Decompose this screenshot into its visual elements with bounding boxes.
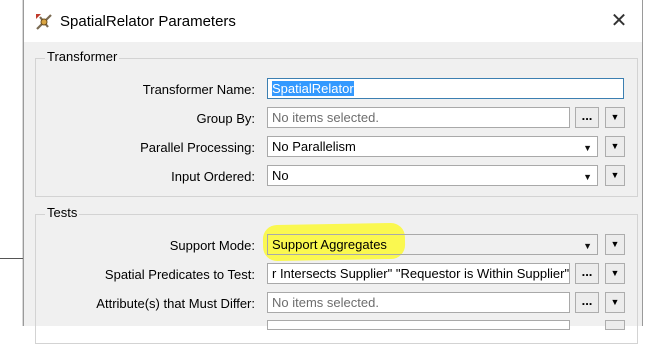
background-window [0, 0, 23, 326]
spatialrelator-icon [36, 14, 52, 30]
parallel-processing-menu-button[interactable]: ▼ [605, 136, 625, 157]
partial-next-input[interactable] [267, 320, 570, 330]
must-differ-input[interactable]: No items selected. [267, 292, 570, 313]
chevron-down-icon: ▼ [583, 241, 592, 251]
triangle-down-icon: ▼ [610, 239, 620, 249]
parameters-dialog: SpatialRelator Parameters ✕ Transformer … [23, 0, 643, 344]
spatial-predicates-input[interactable]: r Intersects Supplier" "Requestor is Wit… [267, 263, 570, 284]
must-differ-menu-button[interactable]: ▼ [605, 292, 625, 313]
group-by-label: Group By: [196, 111, 255, 126]
must-differ-label: Attribute(s) that Must Differ: [96, 296, 255, 311]
spatial-predicates-ellipsis-button[interactable]: ... [575, 263, 599, 284]
spatial-predicates-value: r Intersects Supplier" "Requestor is Wit… [272, 266, 570, 281]
parallel-processing-label: Parallel Processing: [140, 140, 255, 155]
chevron-down-icon: ▼ [583, 172, 592, 182]
triangle-down-icon: ▼ [610, 268, 620, 278]
input-ordered-label: Input Ordered: [171, 169, 255, 184]
close-button[interactable]: ✕ [596, 0, 642, 42]
triangle-down-icon: ▼ [610, 170, 620, 180]
group-by-input[interactable]: No items selected. [267, 107, 570, 128]
parallel-processing-select[interactable]: No Parallelism ▼ [267, 136, 598, 157]
input-ordered-select[interactable]: No ▼ [267, 165, 598, 186]
background-connector-line [0, 258, 23, 259]
must-differ-placeholder: No items selected. [272, 295, 379, 310]
triangle-down-icon: ▼ [610, 297, 620, 307]
parallel-processing-value: No Parallelism [272, 139, 356, 154]
must-differ-ellipsis-button[interactable]: ... [575, 292, 599, 313]
window-title: SpatialRelator Parameters [60, 13, 236, 30]
group-title: Transformer [45, 49, 120, 64]
chevron-down-icon: ▼ [583, 143, 592, 153]
support-mode-menu-button[interactable]: ▼ [605, 234, 625, 255]
spatial-predicates-menu-button[interactable]: ▼ [605, 263, 625, 284]
group-by-menu-button[interactable]: ▼ [605, 107, 625, 128]
input-ordered-menu-button[interactable]: ▼ [605, 165, 625, 186]
partial-next-menu-button[interactable] [605, 320, 625, 330]
support-mode-value: Support Aggregates [272, 237, 387, 252]
triangle-down-icon: ▼ [610, 112, 620, 122]
transformer-name-input[interactable]: SpatialRelator [267, 78, 624, 99]
group-by-placeholder: No items selected. [272, 110, 379, 125]
support-mode-label: Support Mode: [169, 238, 255, 253]
group-by-ellipsis-button[interactable]: ... [575, 107, 599, 128]
title-bar: SpatialRelator Parameters ✕ [24, 0, 642, 42]
transformer-name-value: SpatialRelator [272, 81, 354, 96]
input-ordered-value: No [272, 168, 289, 183]
triangle-down-icon: ▼ [610, 141, 620, 151]
spatial-predicates-label: Spatial Predicates to Test: [104, 267, 255, 282]
support-mode-select[interactable]: Support Aggregates ▼ [267, 234, 598, 255]
transformer-name-label: Transformer Name: [142, 82, 255, 97]
group-title: Tests [45, 205, 80, 220]
background-window-right [643, 0, 659, 326]
